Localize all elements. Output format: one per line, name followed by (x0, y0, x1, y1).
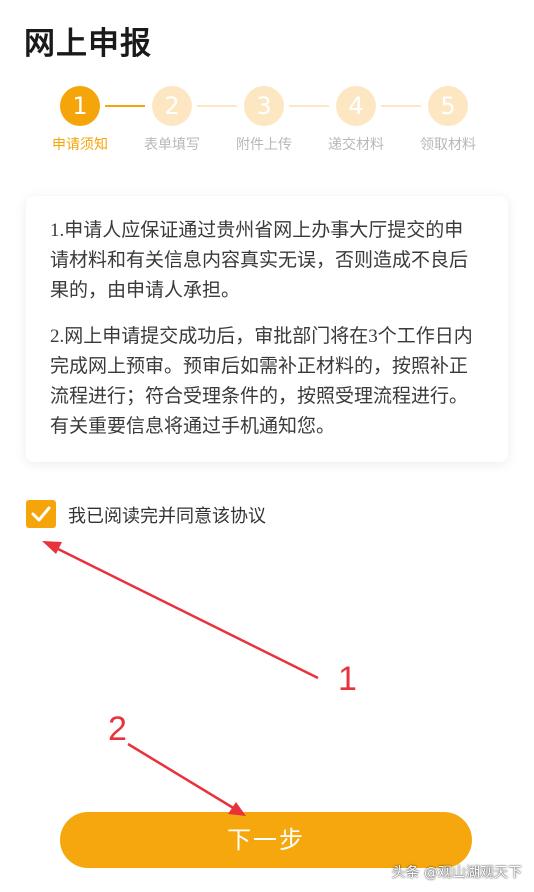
step-4: 4 递交材料 (311, 86, 401, 154)
step-1: 1 申请须知 (35, 86, 125, 154)
step-label: 申请须知 (52, 137, 108, 153)
step-label: 表单填写 (144, 137, 200, 153)
step-number: 1 (60, 86, 100, 126)
watermark: 头条 @观山湖观天下 (391, 865, 522, 881)
step-number: 5 (428, 86, 468, 126)
agree-checkbox[interactable] (26, 500, 56, 528)
page: 网上申报 1 申请须知 2 表单填写 3 附件上传 4 递交材料 5 领取材料 … (0, 0, 534, 892)
step-label: 附件上传 (236, 137, 292, 153)
stepper: 1 申请须知 2 表单填写 3 附件上传 4 递交材料 5 领取材料 (0, 86, 534, 166)
notice-card: 1.申请人应保证通过贵州省网上办事大厅提交的申请材料和有关信息内容真实无误，否则… (26, 196, 508, 462)
agree-label[interactable]: 我已阅读完并同意该协议 (68, 502, 266, 528)
notice-paragraph-2: 2.网上申请提交成功后，审批部门将在3个工作日内完成网上预审。预审后如需补正材料… (50, 326, 473, 437)
annotation-number-1: 1 (338, 660, 357, 698)
step-number: 2 (152, 86, 192, 126)
annotation-arrow-2 (127, 742, 246, 816)
step-label: 领取材料 (420, 137, 476, 153)
step-number: 3 (244, 86, 284, 126)
annotation-number-2: 2 (108, 710, 127, 748)
next-step-button[interactable]: 下一步 (60, 812, 472, 868)
step-5: 5 领取材料 (403, 86, 493, 154)
notice-paragraph-1: 1.申请人应保证通过贵州省网上办事大厅提交的申请材料和有关信息内容真实无误，否则… (50, 220, 469, 301)
page-title: 网上申报 (24, 26, 152, 62)
annotation-arrow-1 (42, 541, 319, 680)
check-icon (31, 506, 51, 522)
step-label: 递交材料 (328, 137, 384, 153)
step-number: 4 (336, 86, 376, 126)
step-2: 2 表单填写 (127, 86, 217, 154)
step-3: 3 附件上传 (219, 86, 309, 154)
